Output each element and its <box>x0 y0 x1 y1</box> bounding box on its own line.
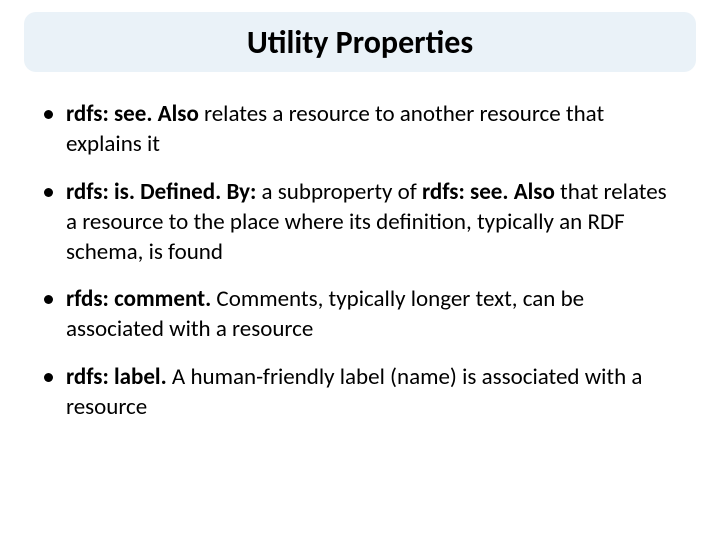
list-item: rdfs: label. A human-friendly label (nam… <box>40 363 680 423</box>
term-bold: rdfs: is. Defined. By: <box>66 178 256 206</box>
bullet-list: rdfs: see. Also relates a resource to an… <box>40 100 680 423</box>
slide-title: Utility Properties <box>247 23 473 62</box>
list-item: rfds: comment. Comments, typically longe… <box>40 285 680 345</box>
list-item: rdfs: see. Also relates a resource to an… <box>40 100 680 160</box>
list-item: rdfs: is. Defined. By: a subproperty of … <box>40 178 680 268</box>
slide: Utility Properties rdfs: see. Also relat… <box>0 0 720 540</box>
term-bold: rdfs: see. Also <box>422 178 555 206</box>
term-bold: rdfs: see. Also <box>66 100 199 128</box>
title-container: Utility Properties <box>24 12 696 72</box>
term-bold: rfds: comment. <box>66 285 211 313</box>
term-bold: rdfs: label. <box>66 363 167 391</box>
content-area: rdfs: see. Also relates a resource to an… <box>40 100 680 441</box>
term-text: a subproperty of <box>256 178 422 206</box>
